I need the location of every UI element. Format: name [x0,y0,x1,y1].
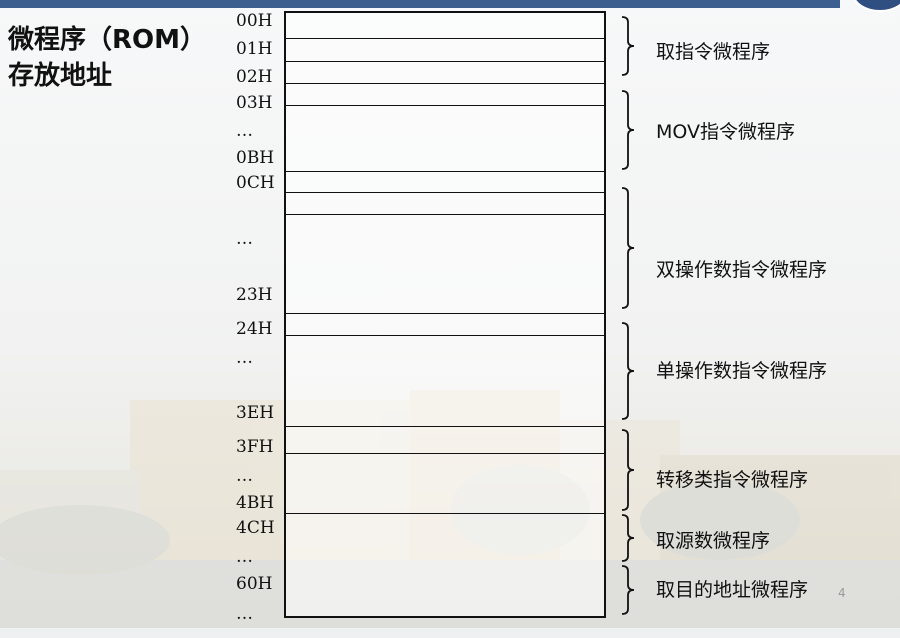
address-label: 02H [236,67,273,87]
row-divider [286,335,604,336]
address-label: 03H [236,93,273,113]
bottom-band [0,628,900,638]
row-divider [286,61,604,62]
brace-mov [618,90,642,170]
row-divider [286,453,604,454]
segment-label: 单操作数指令微程序 [656,360,828,382]
row-divider [286,214,604,215]
address-label: 3FH [236,437,274,457]
address-label: 0BH [236,148,275,168]
segment-label: 双操作数指令微程序 [656,259,828,281]
title-line-2: 存放地址 [8,61,113,91]
brace-jump [618,429,642,511]
rom-memory-block [284,11,606,618]
segment-label: 取源数微程序 [656,530,771,552]
brace-single-operand [618,322,642,420]
address-label: 00H [236,11,273,31]
address-label: … [236,121,253,141]
row-divider [286,105,604,106]
row-divider [286,38,604,39]
row-divider [286,83,604,84]
row-divider [286,313,604,314]
brace-destination [618,565,642,615]
address-label: 24H [236,319,273,339]
address-label: … [236,466,253,486]
brace-fetch [618,16,642,76]
segment-label: 取指令微程序 [656,41,771,63]
row-divider [286,426,604,427]
address-label: 4CH [236,518,275,538]
address-label: 01H [236,39,273,59]
address-label: 4BH [236,493,275,513]
brace-double-operand [618,187,642,309]
segment-label: MOV指令微程序 [656,121,796,143]
address-label: … [236,348,253,368]
address-label: … [236,604,253,624]
brace-source [618,514,642,562]
address-label: … [236,229,253,249]
row-divider [286,192,604,193]
address-label: 23H [236,285,273,305]
address-label: 0CH [236,173,275,193]
address-label: 3EH [236,403,275,423]
top-accent-bar [0,0,840,8]
segment-label: 取目的地址微程序 [656,579,809,601]
slide-title: 微程序（ROM） 存放地址 [8,22,206,94]
address-label: … [236,547,253,567]
row-divider [286,513,604,514]
title-line-1: 微程序（ROM） [8,25,206,55]
address-label: 60H [236,574,273,594]
page-number: 4 [838,586,846,600]
segment-label: 转移类指令微程序 [656,469,809,491]
row-divider [286,171,604,172]
